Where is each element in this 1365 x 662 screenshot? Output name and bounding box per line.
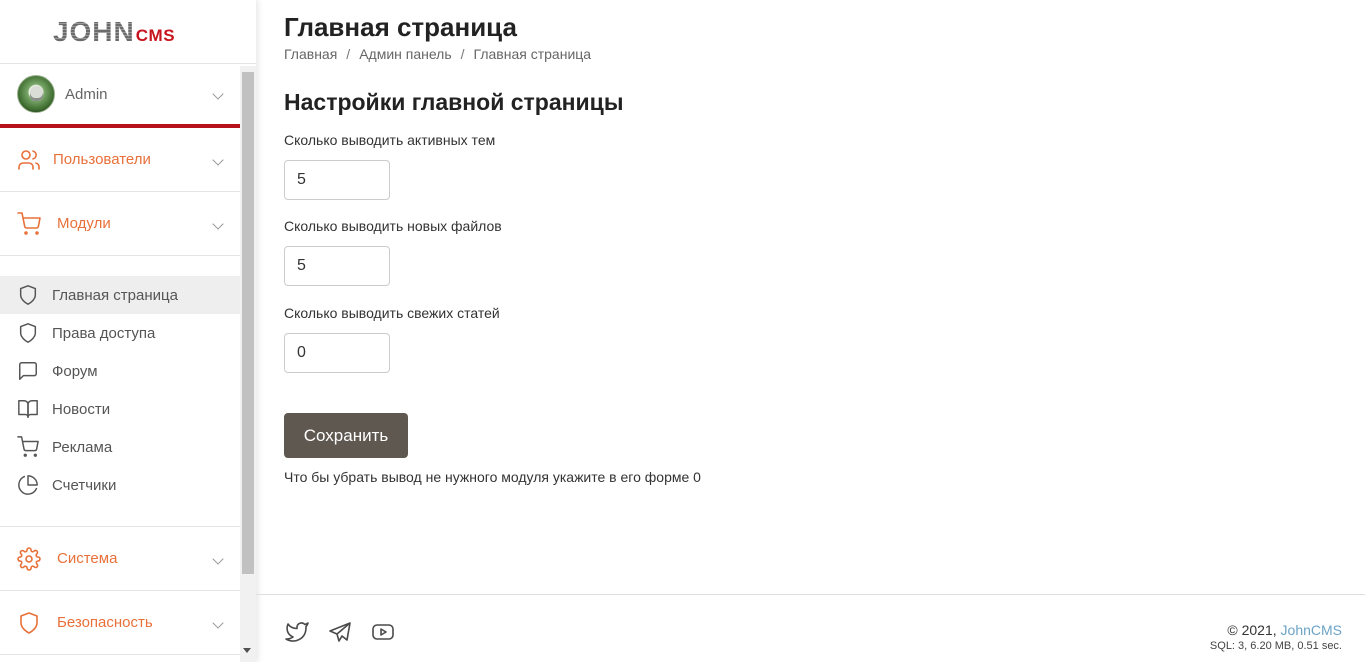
gear-icon <box>17 546 41 571</box>
sidebar-section-label: Система <box>57 550 118 567</box>
users-icon <box>17 148 41 172</box>
modules-submenu: Главная страница Права доступа Форум Нов… <box>0 256 240 527</box>
scroll-down-arrow-icon[interactable] <box>243 648 251 653</box>
field-label-fresh-articles: Сколько выводить свежих статей <box>284 305 500 321</box>
youtube-icon[interactable] <box>370 619 396 645</box>
field-label-active-topics: Сколько выводить активных тем <box>284 132 496 148</box>
chat-icon <box>16 359 40 383</box>
sidebar-item-forum[interactable]: Форум <box>0 352 240 390</box>
avatar <box>17 75 55 113</box>
pie-chart-icon <box>16 473 40 497</box>
sidebar-item-label: Главная страница <box>52 286 178 304</box>
cart-icon <box>16 435 40 459</box>
sidebar-scrollbar-thumb[interactable] <box>242 72 254 574</box>
sidebar-section-users[interactable]: Пользователи <box>0 128 240 192</box>
breadcrumb-item-current: Главная страница <box>473 46 592 62</box>
breadcrumb-item[interactable]: Главная <box>284 46 337 62</box>
twitter-icon[interactable] <box>284 619 310 645</box>
breadcrumb-separator: / <box>346 46 351 62</box>
form-title: Настройки главной страницы <box>284 89 624 115</box>
breadcrumb: Главная / Админ панель / Главная страница <box>284 46 591 62</box>
sidebar-section-modules[interactable]: Модули <box>0 192 240 256</box>
shield-icon <box>17 611 41 635</box>
sidebar: JOHN CMS Admin Пользователи Модули Главн… <box>0 0 256 662</box>
user-menu[interactable]: Admin <box>0 64 240 128</box>
chevron-down-icon <box>212 88 224 100</box>
sidebar-section-label: Модули <box>57 215 111 232</box>
logo[interactable]: JOHN CMS <box>0 0 256 64</box>
copyright: © 2021, JohnCMS <box>1227 622 1342 638</box>
copyright-text: © 2021, <box>1227 622 1281 638</box>
sidebar-item-home-page[interactable]: Главная страница <box>0 276 240 314</box>
page-stats: SQL: 3, 6.20 MB, 0.51 sec. <box>1209 640 1342 652</box>
new-files-input[interactable] <box>284 246 390 286</box>
sidebar-item-label: Права доступа <box>52 324 156 342</box>
sidebar-item-label: Счетчики <box>52 476 117 494</box>
sidebar-item-ads[interactable]: Реклама <box>0 428 240 466</box>
breadcrumb-item[interactable]: Админ панель <box>359 46 451 62</box>
form-hint: Что бы убрать вывод не нужного модуля ук… <box>284 469 701 485</box>
sidebar-item-label: Реклама <box>52 438 113 456</box>
sidebar-section-label: Безопасность <box>57 614 153 631</box>
social-links <box>284 619 413 645</box>
chevron-down-icon <box>212 217 224 230</box>
active-topics-input[interactable] <box>284 160 390 200</box>
chevron-down-icon <box>212 552 224 565</box>
sidebar-section-security[interactable]: Безопасность <box>0 591 240 655</box>
breadcrumb-separator: / <box>460 46 465 62</box>
shield-icon <box>16 283 40 307</box>
logo-cms-text: CMS <box>135 25 176 45</box>
footer: © 2021, JohnCMS SQL: 3, 6.20 MB, 0.51 se… <box>256 594 1365 662</box>
sidebar-item-counters[interactable]: Счетчики <box>0 466 240 504</box>
telegram-icon[interactable] <box>327 619 353 645</box>
save-button[interactable]: Сохранить <box>284 413 408 458</box>
sidebar-item-label: Новости <box>52 400 111 418</box>
cart-icon <box>17 211 41 236</box>
logo-john-text: JOHN <box>52 15 135 47</box>
user-name: Admin <box>65 85 108 103</box>
shield-icon <box>16 321 40 345</box>
sidebar-item-label: Форум <box>52 362 98 380</box>
johncms-link[interactable]: JohnCMS <box>1281 622 1342 638</box>
sidebar-item-news[interactable]: Новости <box>0 390 240 428</box>
sidebar-section-system[interactable]: Система <box>0 527 240 591</box>
fresh-articles-input[interactable] <box>284 333 390 373</box>
chevron-down-icon <box>212 616 224 629</box>
field-label-new-files: Сколько выводить новых файлов <box>284 218 502 234</box>
sidebar-item-access-rights[interactable]: Права доступа <box>0 314 240 352</box>
page-title: Главная страница <box>284 12 517 42</box>
book-icon <box>16 397 40 421</box>
sidebar-section-label: Пользователи <box>53 151 151 168</box>
chevron-down-icon <box>212 153 224 166</box>
